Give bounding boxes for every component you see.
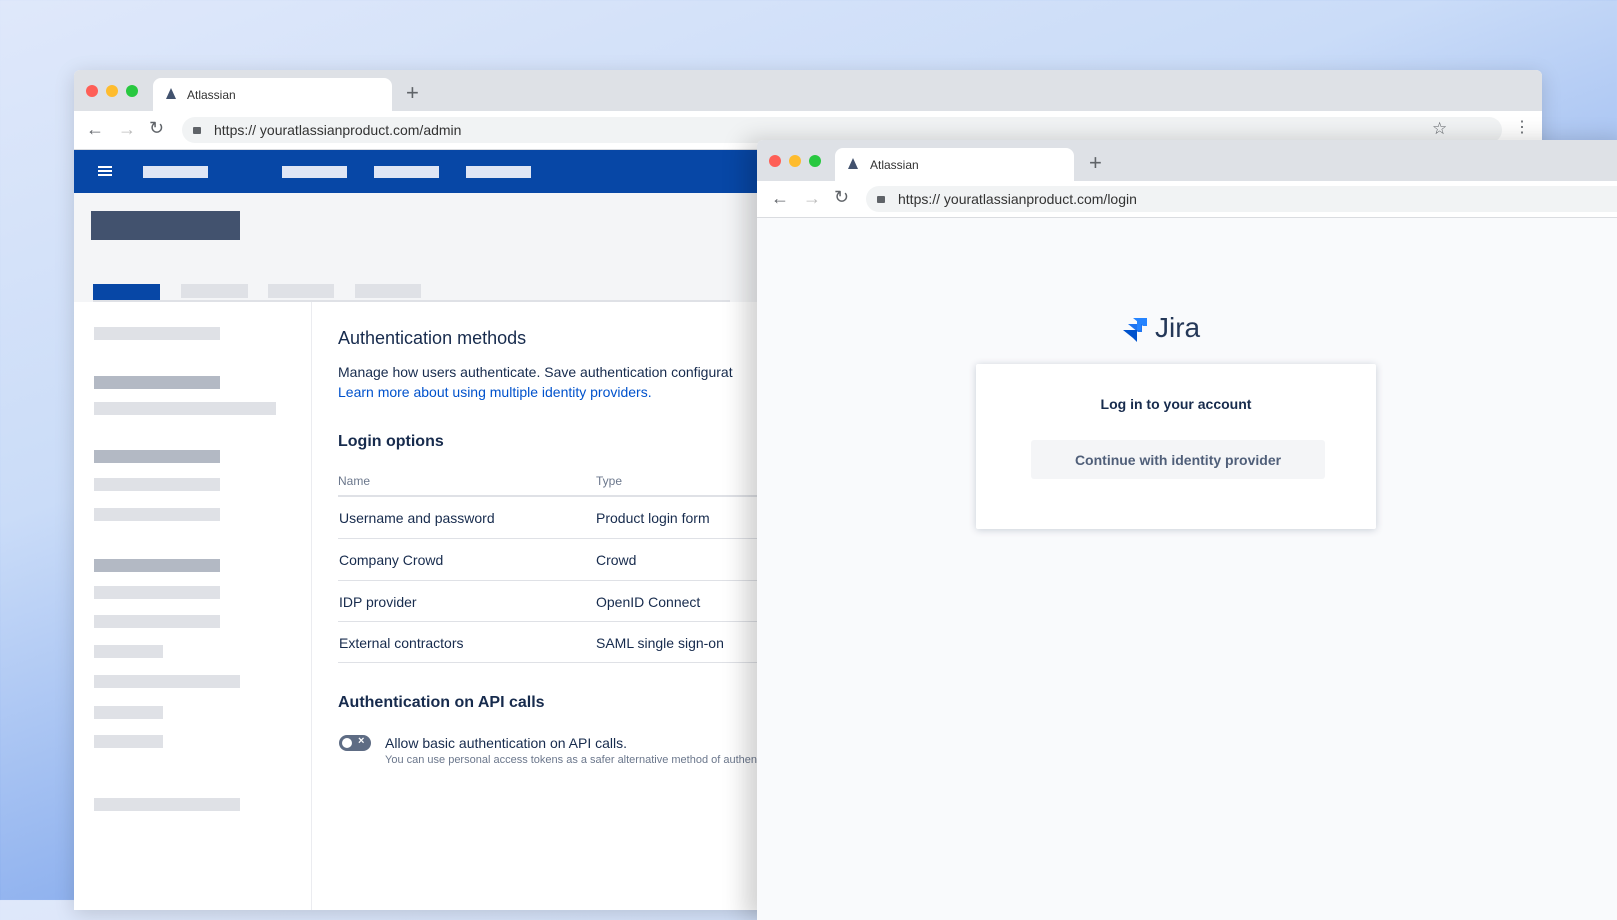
browser-tab[interactable]: Atlassian (153, 78, 392, 111)
nav-item-placeholder[interactable] (374, 166, 439, 178)
minimize-window-button[interactable] (106, 85, 118, 97)
jira-logo-icon (1123, 318, 1147, 342)
reload-icon[interactable]: ↻ (834, 188, 849, 206)
sidebar-item-placeholder[interactable] (94, 798, 240, 811)
sidebar-item-placeholder[interactable] (94, 735, 163, 748)
table-row[interactable]: Username and password Product login form (338, 497, 758, 539)
nav-item-placeholder[interactable] (466, 166, 531, 178)
row-name: Company Crowd (339, 552, 444, 568)
tab-bar: Atlassian + (757, 140, 1617, 181)
tab-placeholder[interactable] (268, 284, 334, 298)
close-window-button[interactable] (86, 85, 98, 97)
url-text: https:// youratlassianproduct.com/login (898, 191, 1137, 207)
api-basic-auth-toggle[interactable]: × (339, 735, 371, 751)
table-header: Name Type (338, 468, 758, 497)
new-tab-button[interactable]: + (1089, 152, 1102, 174)
close-window-button[interactable] (769, 155, 781, 167)
sidebar-item-placeholder[interactable] (94, 327, 220, 340)
tab-title: Atlassian (870, 158, 919, 172)
sidebar-item-placeholder[interactable] (94, 706, 163, 719)
table-row[interactable]: External contractors SAML single sign-on (338, 622, 758, 663)
atlassian-logo-icon (848, 158, 858, 169)
row-type: Product login form (596, 510, 710, 526)
minimize-window-button[interactable] (789, 155, 801, 167)
hamburger-menu-icon[interactable] (98, 166, 112, 176)
column-header-name: Name (338, 474, 371, 488)
atlassian-logo-icon (166, 88, 176, 99)
new-tab-button[interactable]: + (406, 82, 419, 104)
maximize-window-button[interactable] (809, 155, 821, 167)
row-name: IDP provider (339, 594, 417, 610)
sidebar-item-placeholder[interactable] (94, 376, 220, 389)
sidebar-item-placeholder[interactable] (94, 478, 220, 491)
row-name: External contractors (339, 635, 464, 651)
tab-title: Atlassian (187, 88, 236, 102)
sidebar-item-placeholder[interactable] (94, 402, 276, 415)
nav-item-placeholder[interactable] (282, 166, 347, 178)
back-arrow-icon[interactable]: ← (771, 189, 789, 207)
sidebar-item-placeholder[interactable] (94, 675, 240, 688)
tab-active[interactable] (93, 284, 160, 300)
api-heading: Authentication on API calls (338, 694, 545, 711)
sidebar-item-placeholder[interactable] (94, 586, 220, 599)
bookmark-star-icon[interactable]: ☆ (1432, 119, 1447, 139)
url-text: https:// youratlassianproduct.com/admin (214, 122, 462, 138)
close-icon: × (358, 735, 365, 747)
section-title: Authentication methods (338, 328, 527, 348)
forward-arrow-icon[interactable]: → (803, 189, 821, 207)
api-toggle-label: Allow basic authentication on API calls. (385, 735, 628, 751)
browser-menu-icon[interactable]: ⋮ (1514, 120, 1530, 136)
section-description: Manage how users authenticate. Save auth… (338, 364, 733, 380)
tab-placeholder[interactable] (181, 284, 248, 298)
login-card: Log in to your account Continue with ide… (976, 364, 1376, 529)
sidebar-item-placeholder[interactable] (94, 615, 220, 628)
login-card-title: Log in to your account (1100, 396, 1252, 412)
api-help-text: You can use personal access tokens as a … (385, 754, 757, 766)
table-row[interactable]: IDP provider OpenID Connect (338, 581, 758, 622)
url-field[interactable]: https:// youratlassianproduct.com/login (866, 186, 1617, 212)
lock-icon (193, 127, 201, 134)
address-bar-row: ← → ↻ https:// youratlassianproduct.com/… (757, 181, 1617, 218)
learn-more-link[interactable]: Learn more about using multiple identity… (338, 384, 652, 400)
row-type: SAML single sign-on (596, 635, 724, 651)
login-browser-window: Atlassian + ← → ↻ https:// youratlassian… (757, 140, 1617, 920)
maximize-window-button[interactable] (126, 85, 138, 97)
forward-arrow-icon[interactable]: → (118, 120, 136, 138)
row-name: Username and password (339, 510, 495, 526)
sidebar-item-placeholder[interactable] (94, 508, 220, 521)
jira-logo: Jira (1123, 312, 1213, 346)
column-header-type: Type (596, 474, 623, 488)
tab-placeholder[interactable] (355, 284, 421, 298)
nav-item-placeholder[interactable] (143, 166, 208, 178)
sidebar-item-placeholder[interactable] (94, 559, 220, 572)
page-title-placeholder (91, 211, 240, 240)
back-arrow-icon[interactable]: ← (86, 120, 104, 138)
sidebar (74, 302, 312, 910)
login-options-heading: Login options (338, 433, 444, 450)
sidebar-item-placeholder[interactable] (94, 645, 163, 658)
table-row[interactable]: Company Crowd Crowd (338, 539, 758, 581)
sidebar-item-placeholder[interactable] (94, 450, 220, 463)
row-type: Crowd (596, 552, 637, 568)
row-type: OpenID Connect (596, 594, 701, 610)
lock-icon (877, 196, 885, 203)
browser-tab[interactable]: Atlassian (835, 148, 1074, 181)
continue-with-identity-provider-button[interactable]: Continue with identity provider (1031, 440, 1325, 479)
jira-logo-text: Jira (1155, 312, 1201, 343)
reload-icon[interactable]: ↻ (149, 119, 164, 137)
tab-bar: Atlassian + (74, 70, 1542, 111)
